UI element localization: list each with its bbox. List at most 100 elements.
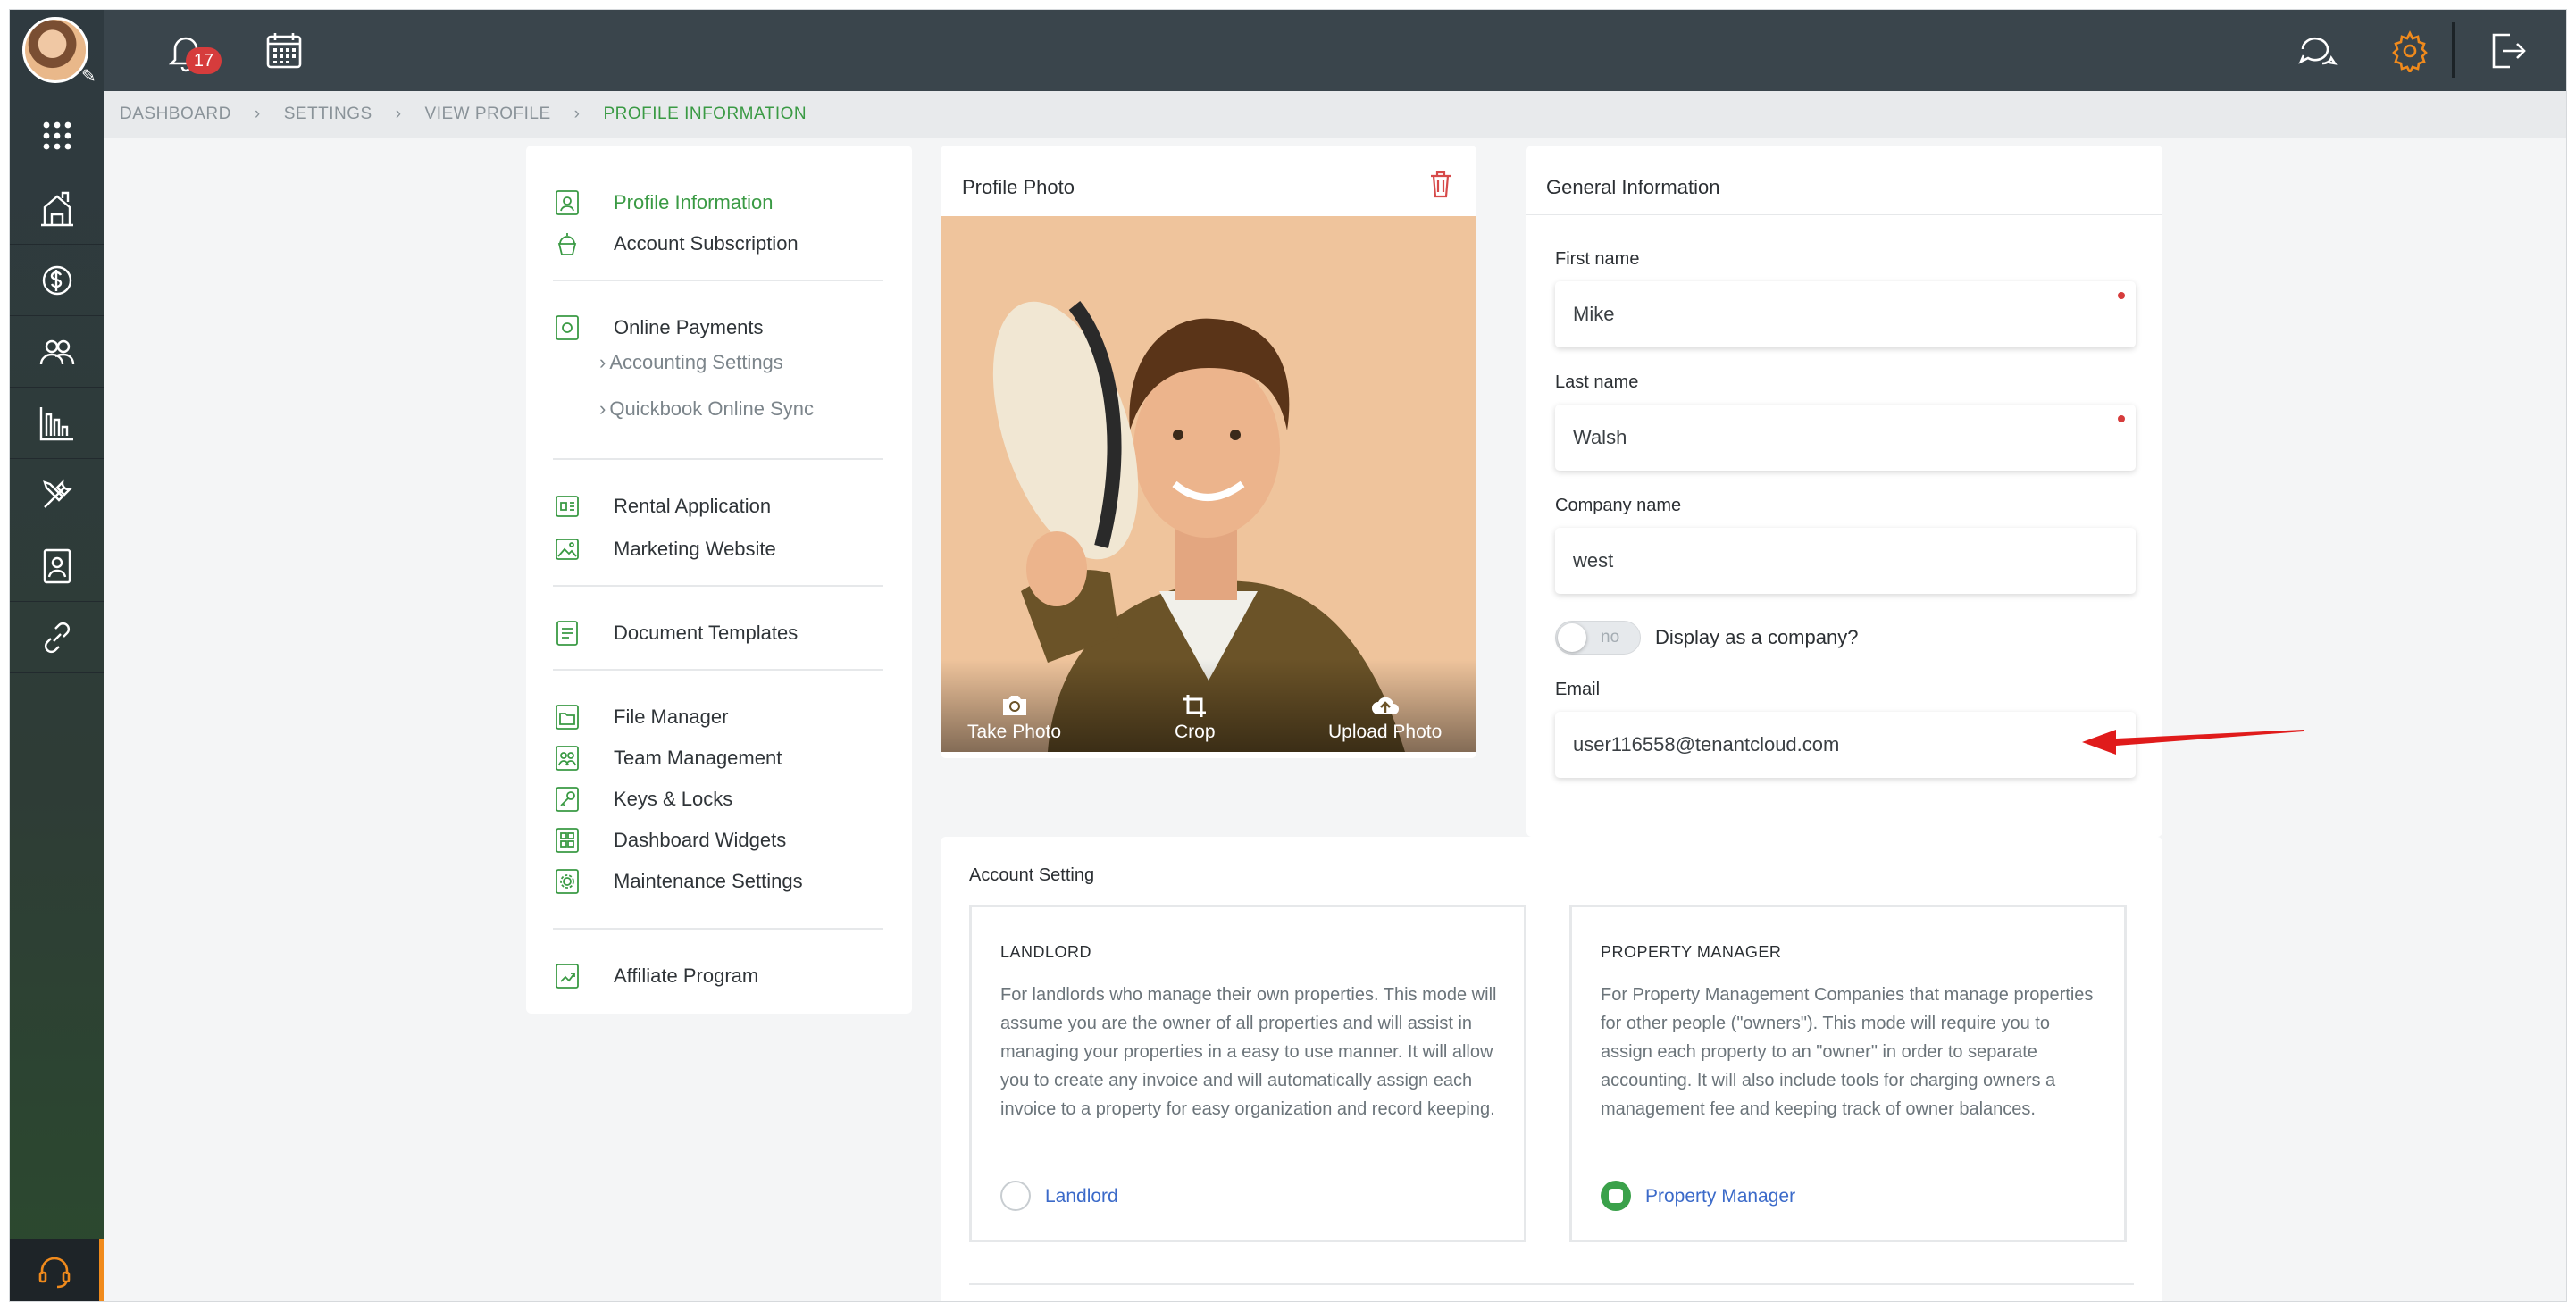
menu-marketing-website[interactable]: Marketing Website [553,531,776,567]
pin-icon[interactable]: ✎ [81,65,96,88]
menu-divider [553,585,883,587]
menu-divider [553,928,883,930]
menu-profile-information[interactable]: Profile Information [553,185,774,221]
maintenance-tools-icon[interactable] [10,459,104,530]
maintenance-gear-icon [556,869,579,894]
first-name-label: First name [1555,249,1640,269]
display-as-company-toggle[interactable]: no [1555,621,1641,655]
required-indicator [2118,292,2125,299]
property-manager-option-label[interactable]: Property Manager [1645,1186,1795,1207]
menu-divider [553,669,883,671]
menu-account-subscription[interactable]: Account Subscription [553,226,799,262]
crop-icon [1183,695,1206,717]
toggle-state: no [1601,628,1620,647]
payments-icon[interactable] [10,245,104,316]
support-headset-icon[interactable] [10,1239,104,1301]
affiliate-icon [556,964,579,989]
landlord-mode-box[interactable]: LANDLORD For landlords who manage their … [969,905,1526,1242]
menu-rental-application[interactable]: Rental Application [553,488,771,524]
landlord-radio[interactable] [1000,1181,1031,1211]
take-photo-button[interactable]: Take Photo [967,693,1061,743]
chevron-right-icon: › [573,104,581,123]
profile-photo-card: Profile Photo Take Photo Crop Upload Pho… [941,146,1476,758]
menu-online-payments[interactable]: Online Payments [553,310,764,346]
trash-icon[interactable] [1428,169,1453,199]
landlord-description: For landlords who manage their own prope… [1000,985,1497,1119]
last-name-input[interactable]: Walsh [1555,405,2136,471]
email-value: user116558@tenantcloud.com [1573,733,1840,756]
user-avatar[interactable] [22,17,88,83]
landlord-option-label[interactable]: Landlord [1045,1186,1118,1207]
app-frame: ✎ 17 DASHBOARD › SETTINGS › VIEW PROFILE… [9,9,2567,1302]
display-as-company-label: Display as a company? [1655,626,1859,648]
team-icon [556,746,579,771]
chevron-right-icon: › [254,104,261,123]
property-manager-mode-box[interactable]: PROPERTY MANAGER For Property Management… [1569,905,2127,1242]
properties-icon[interactable] [10,173,104,245]
cloud-upload-icon [1371,697,1399,714]
menu-file-manager[interactable]: File Manager [553,699,728,735]
menu-maintenance-settings[interactable]: Maintenance Settings [553,864,803,899]
profile-card-icon [556,190,579,215]
breadcrumb-settings[interactable]: SETTINGS [284,104,372,124]
account-setting-card: Account Setting LANDLORD For landlords w… [941,837,2162,1301]
general-information-title: General Information [1546,176,1720,198]
widgets-icon [556,828,579,853]
menu-dashboard-widgets[interactable]: Dashboard Widgets [553,823,786,858]
first-name-value: Mike [1573,303,1615,325]
crop-button[interactable]: Crop [1175,693,1216,743]
property-manager-heading: PROPERTY MANAGER [1601,943,1782,961]
menu-keys-locks[interactable]: Keys & Locks [553,781,732,817]
property-manager-radio[interactable] [1601,1181,1631,1211]
apps-grid-icon[interactable] [10,100,104,171]
landlord-heading: LANDLORD [1000,943,1092,961]
menu-document-templates[interactable]: Document Templates [553,615,798,651]
property-manager-description: For Property Management Companies that m… [1601,985,2094,1119]
gear-icon[interactable] [2388,29,2431,72]
logout-icon[interactable] [2485,29,2528,72]
company-name-value: west [1573,549,1614,572]
documents-icon[interactable] [10,530,104,602]
topbar-divider [2452,22,2455,78]
menu-accounting-settings[interactable]: › Accounting Settings [599,351,783,374]
chevron-right-icon: › [599,397,606,420]
chevron-right-icon: › [395,104,402,123]
email-input[interactable]: user116558@tenantcloud.com [1555,712,2136,778]
company-name-label: Company name [1555,496,1682,515]
document-template-icon [556,621,578,646]
section-divider [969,1283,2134,1285]
menu-quickbook-online-sync[interactable]: › Quickbook Online Sync [599,397,814,421]
top-bar: 17 [104,10,2566,91]
tenants-icon[interactable] [10,316,104,388]
red-arrow-annotation [2082,730,2304,755]
email-label: Email [1555,680,1601,699]
breadcrumb-current: PROFILE INFORMATION [603,104,807,123]
last-name-value: Walsh [1573,426,1627,448]
first-name-input[interactable]: Mike [1555,281,2136,347]
chat-icon[interactable] [2296,29,2338,72]
left-sidebar: ✎ [10,10,104,1301]
key-icon [556,787,579,812]
calendar-icon[interactable] [263,29,305,72]
menu-team-management[interactable]: Team Management [553,740,782,776]
integrations-link-icon[interactable] [10,602,104,673]
breadcrumb-view-profile[interactable]: VIEW PROFILE [425,104,551,124]
image-icon [556,539,579,560]
breadcrumb-dashboard[interactable]: DASHBOARD [120,104,231,124]
menu-divider [553,458,883,460]
toggle-knob [1558,623,1586,652]
application-form-icon [556,496,579,517]
last-name-label: Last name [1555,372,1639,392]
payments-settings-icon [556,315,579,340]
cupcake-icon [557,233,577,255]
reports-icon[interactable] [10,388,104,459]
folder-icon [556,705,579,730]
menu-affiliate-program[interactable]: Affiliate Program [553,958,758,994]
upload-photo-button[interactable]: Upload Photo [1328,693,1442,743]
profile-photo-title: Profile Photo [962,176,1075,198]
company-name-input[interactable]: west [1555,528,2136,594]
settings-menu: Profile Information Account Subscription… [526,146,912,1014]
general-information-card: General Information First name Mike Last… [1526,146,2162,837]
account-setting-title: Account Setting [969,865,1095,885]
notification-count-badge[interactable]: 17 [186,47,222,74]
